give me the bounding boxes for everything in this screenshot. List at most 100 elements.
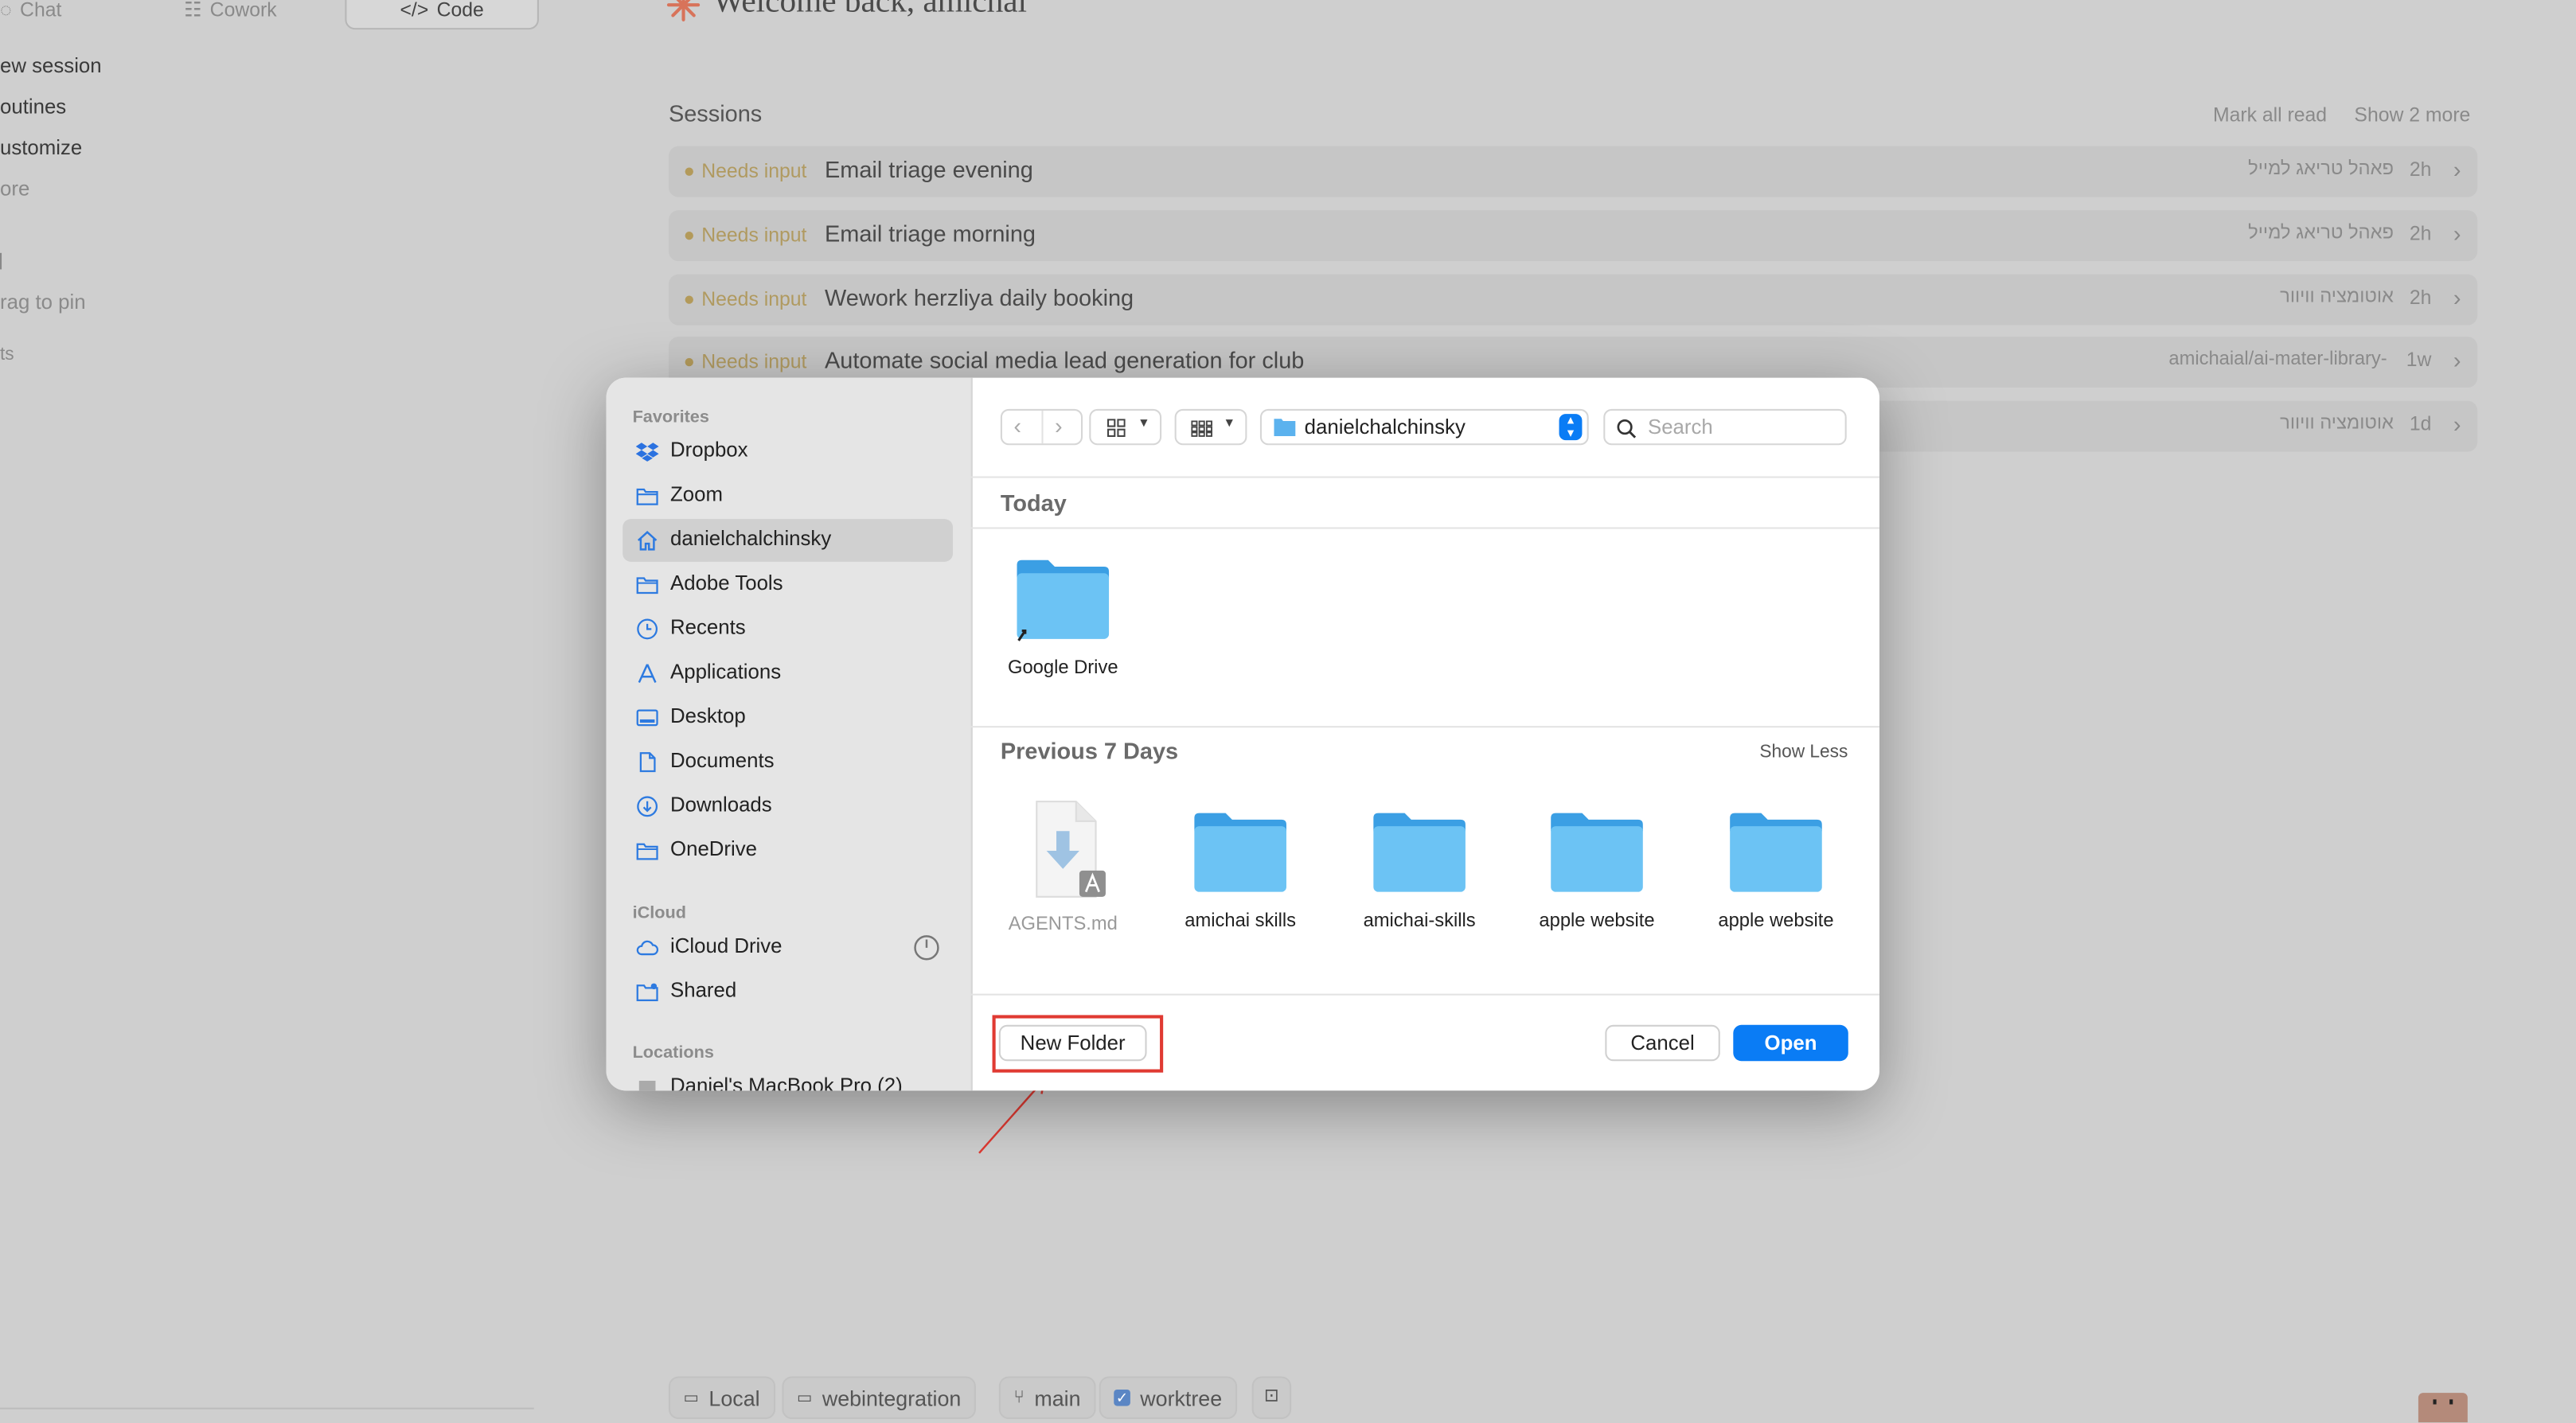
tab-code[interactable]: </> Code: [345, 0, 539, 30]
chevron-right-icon: ›: [2453, 156, 2461, 183]
branch-chip[interactable]: ⑂ main: [998, 1376, 1096, 1420]
folder-icon: [1373, 813, 1466, 892]
view-mode-button[interactable]: ▾: [1089, 408, 1162, 446]
session-meta: פאהל טריאג למייל: [2248, 159, 2394, 179]
open-button[interactable]: Open: [1733, 1024, 1848, 1062]
session-age: 1d: [2409, 412, 2432, 435]
sidebar-item-recents[interactable]: Recents: [623, 608, 953, 651]
file-item-agents-md[interactable]: AGENTS.md: [974, 798, 1152, 934]
show-more-link[interactable]: Show 2 more: [2354, 103, 2470, 127]
open-file-dialog: Favorites Dropbox Zoom danielchalchinsky…: [606, 377, 1879, 1091]
folder-icon: [1730, 813, 1822, 892]
sidebar-item-new-session[interactable]: ew session: [0, 54, 102, 77]
folder-alias-icon: [1017, 559, 1110, 641]
sidebar-item-customize[interactable]: ustomize: [0, 136, 82, 159]
desktop-icon: [636, 709, 658, 727]
folder-add-button[interactable]: ⊡: [1251, 1376, 1292, 1420]
sidebar-footer-label: ts: [0, 345, 14, 365]
folder-icon: ▭: [796, 1388, 813, 1407]
group-heading-previous: Previous 7 Days: [1000, 737, 1179, 764]
chevron-right-icon: ›: [2453, 346, 2461, 373]
forward-button[interactable]: ›: [1055, 412, 1063, 439]
sidebar-item-desktop[interactable]: Desktop: [623, 696, 953, 739]
session-age: 2h: [2409, 286, 2432, 309]
clock-icon: [637, 618, 658, 640]
cancel-button[interactable]: Cancel: [1605, 1024, 1720, 1062]
sidebar-item-applications[interactable]: Applications: [623, 652, 953, 695]
sidebar-item-home[interactable]: danielchalchinsky: [623, 519, 954, 562]
status-dot: [685, 295, 693, 304]
favorites-heading: Favorites: [632, 407, 709, 427]
group-mode-button[interactable]: ▾: [1174, 408, 1247, 446]
sidebar-item-dropbox[interactable]: Dropbox: [623, 431, 953, 474]
sidebar-item-routines[interactable]: outines: [0, 96, 66, 119]
icloud-heading: iCloud: [632, 903, 686, 923]
file-item-folder[interactable]: apple website: [1509, 808, 1686, 931]
chevron-right-icon: ›: [2453, 410, 2461, 437]
sync-progress-icon: [914, 935, 939, 961]
sidebar-item-documents[interactable]: Documents: [623, 741, 953, 784]
sidebar-item-macbook[interactable]: Daniel's MacBook Pro (2): [623, 1066, 953, 1091]
session-row[interactable]: Needs input Email triage evening פאהל טר…: [668, 146, 2478, 197]
tab-cowork[interactable]: ☷ Cowork: [184, 0, 277, 29]
mark-all-read-link[interactable]: Mark all read: [2213, 103, 2327, 127]
session-row[interactable]: Needs input Email triage morning פאהל טר…: [668, 210, 2478, 262]
group-grid-icon: [1191, 420, 1212, 437]
dialog-main: ‹ › ▾ ▾ danielchalchinsky ▴ ▾ Search Tod…: [970, 378, 1879, 1091]
show-less-link[interactable]: Show Less: [1759, 743, 1848, 762]
file-item-google-drive[interactable]: Google Drive: [974, 556, 1152, 678]
sessions-heading: Sessions: [668, 99, 763, 127]
document-icon: [639, 752, 656, 773]
locations-heading: Locations: [632, 1043, 714, 1063]
session-meta: אוטומציה וויוור: [2280, 287, 2394, 307]
sidebar-item-icloud-drive[interactable]: iCloud Drive: [623, 926, 953, 969]
session-row[interactable]: Needs input Wework herzliya daily bookin…: [668, 274, 2478, 326]
session-meta: אוטומציה וויוור: [2280, 414, 2394, 434]
status-badge: Needs input: [701, 159, 807, 183]
chevron-down-icon: ▾: [1225, 414, 1233, 431]
sidebar-bottom-divider: [0, 1407, 534, 1409]
folder-icon: [636, 488, 658, 505]
session-age: 2h: [2409, 158, 2432, 181]
sidebar-item-onedrive[interactable]: OneDrive: [623, 829, 953, 872]
repo-chip[interactable]: ▭ webintegration: [782, 1376, 976, 1420]
sidebar-divider: [0, 252, 2, 270]
sidebar-item-more[interactable]: ore: [0, 177, 29, 201]
shared-folder-icon: [636, 983, 658, 1001]
sidebar-item-shared[interactable]: Shared: [623, 971, 953, 1014]
checklist-icon: ☷: [184, 0, 202, 21]
applications-icon: [638, 664, 657, 684]
drag-to-pin-hint: rag to pin: [0, 290, 86, 314]
worktree-chip[interactable]: ✓ worktree: [1099, 1376, 1237, 1420]
annotation-highlight-box: [992, 1015, 1164, 1073]
search-field[interactable]: Search: [1603, 408, 1847, 446]
chevron-down-icon: ▾: [1140, 414, 1148, 431]
nav-buttons: ‹ ›: [1000, 408, 1083, 446]
location-popup[interactable]: danielchalchinsky ▴ ▾: [1259, 408, 1589, 446]
tab-chat[interactable]: ◌ Chat: [0, 0, 61, 29]
file-item-folder[interactable]: amichai-skills: [1331, 808, 1509, 931]
session-title: Automate social media lead generation fo…: [825, 346, 1305, 373]
sidebar-item-adobe-tools[interactable]: Adobe Tools: [623, 563, 953, 606]
folder-icon: [1551, 813, 1643, 892]
status-badge: Needs input: [701, 287, 807, 311]
session-age: 1w: [2406, 348, 2432, 372]
code-icon: </>: [400, 0, 429, 21]
status-dot: [685, 231, 693, 240]
chevron-right-icon: ›: [2453, 284, 2461, 311]
laptop-icon: ▭: [683, 1388, 700, 1407]
status-badge: Needs input: [701, 223, 807, 247]
worktree-checkbox[interactable]: ✓: [1114, 1389, 1130, 1406]
sidebar-item-zoom[interactable]: Zoom: [623, 474, 953, 517]
sidebar-item-downloads[interactable]: Downloads: [623, 785, 953, 828]
session-title: Wework herzliya daily booking: [825, 284, 1134, 311]
sunburst-logo-icon: [665, 0, 701, 23]
back-button[interactable]: ‹: [1013, 412, 1021, 439]
chevron-right-icon: ›: [2453, 220, 2461, 247]
grid-view-icon: [1107, 419, 1126, 437]
file-item-folder[interactable]: amichai skills: [1152, 808, 1329, 931]
status-badge: Needs input: [701, 349, 807, 373]
group-heading-today: Today: [1000, 489, 1067, 517]
local-chip[interactable]: ▭ Local: [668, 1376, 775, 1420]
file-item-folder[interactable]: apple website: [1688, 808, 1865, 931]
